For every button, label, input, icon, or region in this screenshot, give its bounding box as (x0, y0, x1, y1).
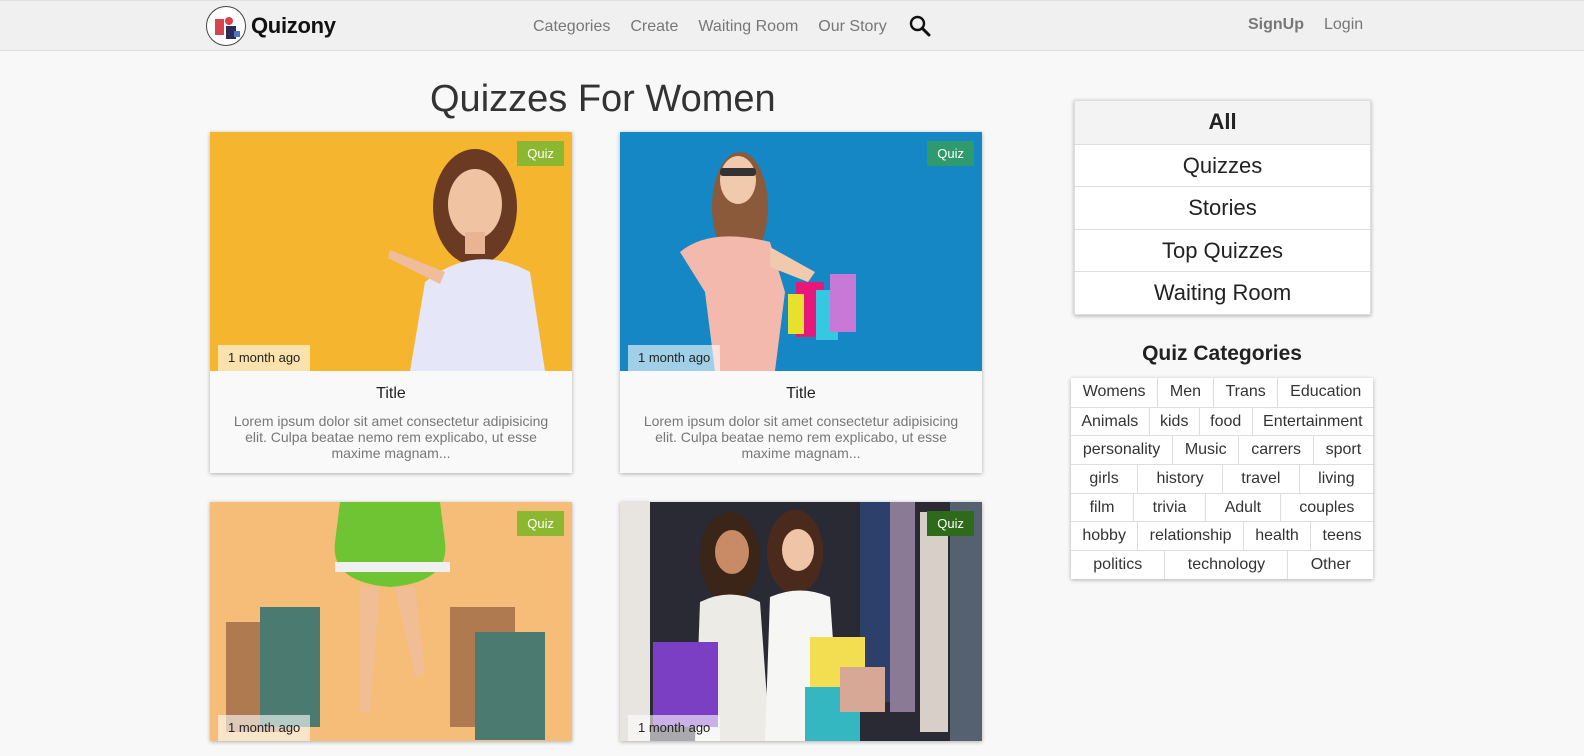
category-tag[interactable]: Other (1287, 551, 1373, 579)
category-tag[interactable]: Animals (1071, 408, 1149, 436)
signup-link[interactable]: SignUp (1248, 16, 1304, 34)
category-tag[interactable]: Education (1277, 378, 1373, 407)
category-tag[interactable]: Trans (1212, 378, 1278, 407)
card-time: 1 month ago (628, 345, 721, 371)
category-tag[interactable]: technology (1164, 551, 1287, 579)
card-image: Quiz 1 month ago (210, 132, 572, 371)
category-row: Animals kids food Entertainment (1071, 406, 1373, 436)
category-tag[interactable]: Womens (1071, 378, 1157, 407)
card-body: Title Lorem ipsum dolor sit amet consect… (620, 371, 982, 473)
category-tag[interactable]: personality (1071, 436, 1172, 464)
card-badge: Quiz (927, 511, 974, 536)
quiz-card[interactable]: Quiz 1 month ago (620, 502, 982, 741)
card-image: Quiz 1 month ago (210, 502, 572, 741)
category-tag[interactable]: girls (1071, 465, 1137, 493)
category-row: hobby relationship health teens (1071, 521, 1373, 551)
nav-links: Categories Create Waiting Room Our Story (533, 15, 931, 37)
filter-all[interactable]: All (1075, 101, 1370, 144)
brand-link[interactable]: Quizony (206, 6, 336, 46)
login-link[interactable]: Login (1324, 16, 1363, 34)
card-time: 1 month ago (218, 345, 311, 371)
card-text: Lorem ipsum dolor sit amet consectetur a… (643, 413, 959, 461)
category-row: politics technology Other (1071, 550, 1373, 579)
category-tag[interactable]: politics (1071, 551, 1164, 579)
category-tag[interactable]: hobby (1071, 522, 1137, 550)
card-badge: Quiz (517, 511, 564, 536)
brand-name: Quizony (251, 13, 336, 38)
content-filter-list: All Quizzes Stories Top Quizzes Waiting … (1074, 100, 1371, 315)
nav-link-our-story[interactable]: Our Story (818, 18, 886, 36)
quiz-card[interactable]: Quiz 1 month ago Title Lorem ipsum dolor… (620, 132, 982, 473)
category-tag[interactable]: Men (1157, 378, 1213, 407)
category-tag[interactable]: sport (1312, 436, 1373, 465)
category-tag[interactable]: carrers (1238, 436, 1312, 465)
categories-grid: Womens Men Trans Education Animals kids … (1071, 378, 1373, 579)
category-row: Womens Men Trans Education (1071, 378, 1373, 407)
filter-quizzes[interactable]: Quizzes (1075, 143, 1370, 187)
filter-top-quizzes[interactable]: Top Quizzes (1075, 228, 1370, 272)
filter-waiting-room[interactable]: Waiting Room (1075, 271, 1370, 314)
category-tag[interactable]: history (1137, 465, 1222, 493)
card-text: Lorem ipsum dolor sit amet consectetur a… (233, 413, 549, 461)
nav-link-create[interactable]: Create (630, 18, 678, 36)
category-tag[interactable]: couples (1279, 493, 1373, 522)
quiz-card[interactable]: Quiz 1 month ago (210, 502, 572, 741)
category-tag[interactable]: Adult (1205, 493, 1280, 522)
card-badge: Quiz (517, 141, 564, 166)
category-tag[interactable]: relationship (1137, 522, 1243, 551)
nav-link-waiting-room[interactable]: Waiting Room (698, 18, 798, 36)
logo-icon (206, 6, 246, 46)
search-icon[interactable] (909, 15, 931, 37)
category-tag[interactable]: trivia (1133, 493, 1205, 522)
category-tag[interactable]: kids (1148, 407, 1199, 436)
filter-stories[interactable]: Stories (1075, 186, 1370, 229)
navbar: Quizony Categories Create Waiting Room O… (0, 0, 1584, 51)
quiz-card[interactable]: Quiz 1 month ago Title Lorem ipsum dolor… (210, 132, 572, 473)
card-time: 1 month ago (628, 715, 721, 741)
auth-links: SignUp Login (1248, 16, 1363, 34)
card-image: Quiz 1 month ago (620, 502, 982, 741)
nav-link-categories[interactable]: Categories (533, 18, 610, 36)
card-image: Quiz 1 month ago (620, 132, 982, 371)
category-tag[interactable]: travel (1221, 465, 1299, 493)
category-tag[interactable]: Entertainment (1251, 407, 1373, 436)
category-row: personality Music carrers sport (1071, 435, 1373, 465)
card-time: 1 month ago (218, 715, 311, 741)
category-row: girls history travel living (1071, 464, 1373, 493)
category-row: film trivia Adult couples (1071, 492, 1373, 522)
category-tag[interactable]: food (1198, 407, 1252, 436)
card-title: Title (786, 385, 816, 402)
categories-title: Quiz Categories (1142, 342, 1302, 365)
card-body: Title Lorem ipsum dolor sit amet consect… (210, 371, 572, 473)
category-tag[interactable]: Music (1172, 436, 1238, 465)
category-tag[interactable]: health (1242, 522, 1310, 551)
card-title: Title (376, 385, 406, 402)
category-tag[interactable]: film (1071, 494, 1133, 522)
category-tag[interactable]: living (1298, 465, 1373, 493)
category-tag[interactable]: teens (1310, 522, 1373, 551)
card-badge: Quiz (927, 141, 974, 166)
page-title: Quizzes For Women (430, 78, 776, 120)
